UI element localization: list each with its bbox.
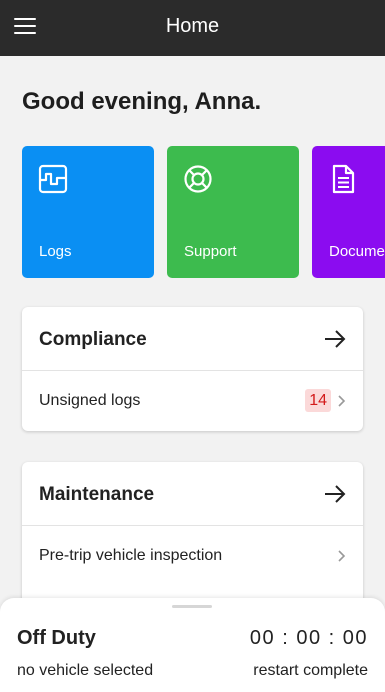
documents-tile-label: Documents (329, 243, 385, 260)
duty-status-sheet[interactable]: Off Duty 00 : 00 : 00 no vehicle selecte… (0, 598, 385, 692)
compliance-header[interactable]: Compliance (22, 307, 363, 371)
arrow-right-icon (325, 485, 346, 503)
documents-tile[interactable]: Documents (312, 146, 385, 278)
compliance-card: Compliance Unsigned logs 14 (22, 307, 363, 431)
greeting-text: Good evening, Anna. (22, 88, 262, 115)
unsigned-logs-row[interactable]: Unsigned logs 14 (22, 371, 363, 431)
logs-tile[interactable]: Logs (22, 146, 154, 278)
unsigned-logs-label: Unsigned logs (39, 392, 141, 409)
support-tile[interactable]: Support (167, 146, 299, 278)
restart-status: restart complete (253, 662, 368, 679)
support-tile-label: Support (184, 243, 237, 260)
sheet-drag-handle[interactable] (172, 605, 212, 608)
compliance-title: Compliance (39, 329, 147, 350)
chevron-right-icon (338, 550, 346, 562)
duty-status: Off Duty (17, 627, 96, 649)
page-title: Home (165, 15, 220, 37)
app-bar: Home (0, 0, 385, 56)
document-icon (332, 164, 355, 194)
pre-trip-inspection-row[interactable]: Pre-trip vehicle inspection (22, 526, 363, 586)
vehicle-status: no vehicle selected (17, 662, 154, 679)
lifebuoy-icon (184, 165, 212, 193)
pre-trip-inspection-label: Pre-trip vehicle inspection (39, 547, 223, 564)
logs-tile-label: Logs (39, 243, 72, 260)
logs-icon (38, 164, 68, 194)
shortcut-tiles: Logs Support Documents (22, 146, 385, 278)
unsigned-logs-count-badge: 14 (305, 389, 331, 412)
maintenance-title: Maintenance (39, 484, 155, 505)
chevron-right-icon (338, 395, 346, 407)
arrow-right-icon (325, 330, 346, 348)
duty-timer: 00 : 00 : 00 (249, 627, 368, 649)
maintenance-header[interactable]: Maintenance (22, 462, 363, 526)
